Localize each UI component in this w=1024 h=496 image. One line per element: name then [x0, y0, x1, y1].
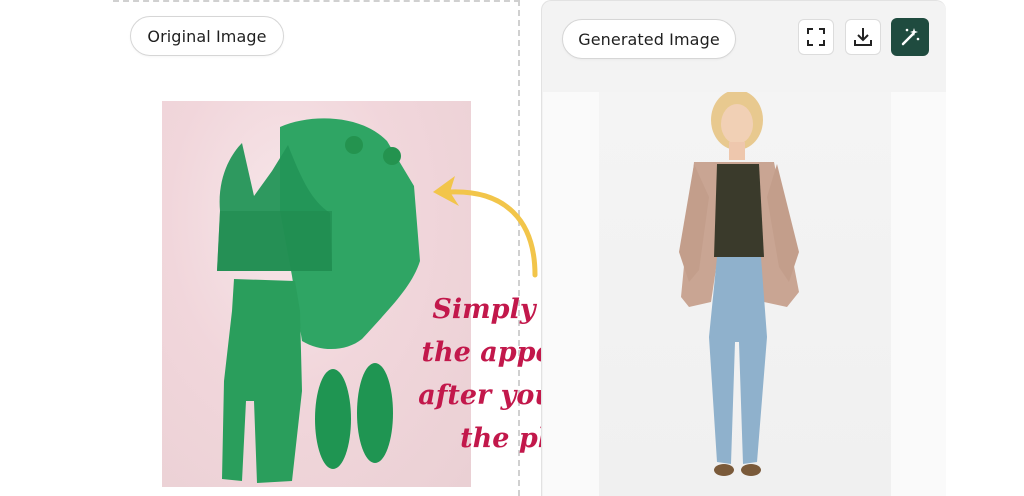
download-button[interactable]	[845, 19, 881, 55]
fullscreen-button[interactable]	[798, 19, 834, 55]
magic-wand-icon	[901, 28, 920, 46]
model-illustration	[679, 92, 799, 476]
download-icon	[854, 28, 872, 46]
fullscreen-icon	[807, 28, 825, 46]
curved-arrow-icon	[433, 176, 538, 278]
generated-image-label[interactable]: Generated Image	[562, 19, 736, 59]
original-image-label[interactable]: Original Image	[130, 16, 284, 56]
magic-generate-button[interactable]	[891, 18, 929, 56]
generated-image	[599, 92, 891, 496]
